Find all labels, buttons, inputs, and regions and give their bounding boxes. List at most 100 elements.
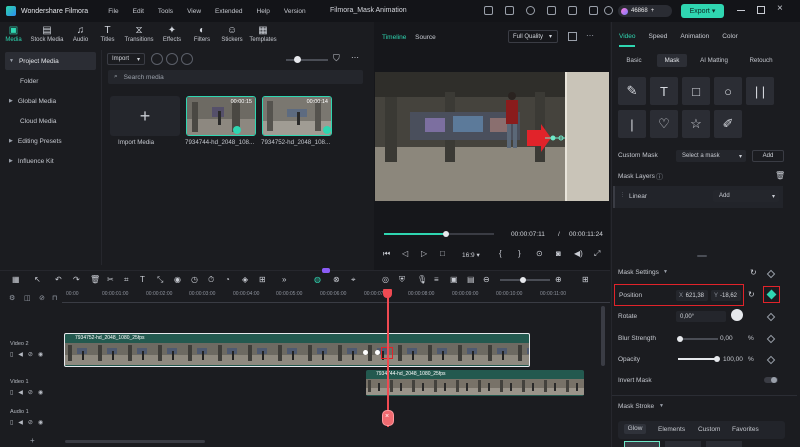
select-tool-icon[interactable]: ↖: [34, 275, 41, 284]
volume-icon[interactable]: ◀): [574, 249, 583, 258]
previous-frame-icon[interactable]: ⏮: [383, 249, 390, 259]
thumbnail-size-slider[interactable]: [286, 56, 328, 63]
crop-icon[interactable]: ⌗: [124, 275, 129, 285]
delete-icon[interactable]: 🗑: [90, 275, 100, 284]
progress-handle[interactable]: [443, 231, 449, 237]
sidebar-item-influence-kit[interactable]: ▶ Influence Kit: [5, 152, 96, 170]
keyframe-marker[interactable]: [363, 350, 368, 355]
bulb-icon[interactable]: [526, 6, 535, 15]
scroll-handle[interactable]: [697, 255, 707, 257]
headset-icon[interactable]: [547, 6, 556, 15]
mask-rectangle-icon[interactable]: □: [682, 77, 710, 105]
reset-icon[interactable]: ↻: [750, 268, 757, 277]
magnet-icon[interactable]: ⊓: [52, 294, 57, 302]
grid-view-icon[interactable]: ⊞: [582, 275, 589, 284]
tab-timeline[interactable]: Timeline: [382, 34, 406, 41]
quality-dropdown[interactable]: Full Quality ▾: [508, 30, 558, 43]
track-settings-icon[interactable]: ◫: [24, 294, 31, 302]
audio-detach-icon[interactable]: ◔: [225, 275, 230, 284]
marker-icon[interactable]: ◎: [382, 275, 389, 284]
mask-pen-icon[interactable]: ✎: [618, 77, 646, 105]
tab-effects[interactable]: ✦ Effects: [157, 22, 187, 50]
sync-icon[interactable]: [604, 6, 613, 15]
tab-titles[interactable]: T Titles: [94, 22, 121, 50]
overlay-icon[interactable]: ▣: [450, 275, 458, 284]
redo-icon[interactable]: ↷: [73, 275, 80, 284]
subtab-ai-matting[interactable]: AI Matting: [693, 54, 735, 67]
menu-edit[interactable]: Edit: [133, 8, 144, 15]
slider-handle[interactable]: [714, 355, 720, 362]
position-x-input[interactable]: X 621,38: [676, 290, 708, 301]
split-marker-icon[interactable]: ×: [382, 410, 394, 426]
menu-extended[interactable]: Extended: [215, 8, 242, 15]
shield-icon[interactable]: ⛨: [399, 275, 405, 285]
snapshot-icon[interactable]: [568, 32, 577, 41]
more-icon[interactable]: ⋯: [351, 53, 359, 62]
stroke-tab-elements[interactable]: Elements: [658, 426, 685, 433]
snap-icon[interactable]: ⌖: [351, 275, 356, 285]
screen-icon[interactable]: [505, 6, 514, 15]
tab-color[interactable]: Color: [722, 33, 738, 40]
caret-down-icon[interactable]: ▼: [659, 403, 664, 409]
video-clip[interactable]: 7934752-hd_2048_1080_25fps: [64, 333, 530, 367]
rotate-dial[interactable]: [731, 309, 743, 321]
menu-tools[interactable]: Tools: [158, 8, 173, 15]
media-search-input[interactable]: ⌕ Search media: [108, 70, 363, 84]
sidebar-item-folder[interactable]: Folder: [5, 72, 96, 90]
aspect-ratio-dropdown[interactable]: 16:9 ▾: [462, 251, 480, 259]
stroke-tab-custom[interactable]: Custom: [698, 426, 720, 433]
text-tool-icon[interactable]: T: [140, 275, 145, 284]
menu-help[interactable]: Help: [257, 8, 270, 15]
fullscreen-icon[interactable]: ⤢: [594, 249, 600, 259]
link-icon[interactable]: ⊗: [333, 275, 340, 284]
tab-video[interactable]: Video: [619, 33, 636, 40]
blur-slider[interactable]: [677, 335, 718, 342]
color-icon[interactable]: ◉: [174, 275, 181, 284]
step-back-icon[interactable]: ◁: [402, 249, 408, 258]
ai-icon[interactable]: [181, 53, 193, 65]
caret-down-icon[interactable]: ▼: [663, 269, 668, 275]
tab-animation[interactable]: Animation: [680, 33, 709, 40]
mark-in-icon[interactable]: {: [499, 249, 502, 258]
microphone-icon[interactable]: [166, 53, 178, 65]
track-controls[interactable]: ▯◀⊘◉: [10, 351, 48, 358]
sidebar-item-global-media[interactable]: ▶ Global Media: [5, 92, 96, 110]
more-tools-icon[interactable]: »: [282, 275, 286, 284]
equalizer-icon[interactable]: ≡: [434, 275, 439, 284]
export-button[interactable]: Export ▾: [681, 4, 724, 18]
minimize-icon[interactable]: [737, 10, 745, 11]
playhead-line[interactable]: [387, 290, 389, 427]
blur-value[interactable]: 0,00: [720, 335, 733, 342]
tab-speed[interactable]: Speed: [649, 33, 668, 40]
playback-progress[interactable]: [384, 231, 494, 237]
play-icon[interactable]: ▷: [421, 249, 427, 258]
timeline-ruler[interactable]: 00:00 00:00:01:00 00:00:02:00 00:00:03:0…: [62, 290, 610, 302]
add-track-icon[interactable]: ⚙: [9, 294, 15, 302]
undo-icon[interactable]: ↶: [55, 275, 62, 284]
add-mask-button[interactable]: Add: [752, 150, 784, 162]
sidebar-item-editing-presets[interactable]: ▶ Editing Presets: [5, 132, 96, 150]
opacity-slider[interactable]: [678, 355, 720, 362]
mask-brush-icon[interactable]: ✐: [714, 110, 742, 138]
layout-icon[interactable]: ▦: [12, 275, 20, 284]
vertical-scrollbar[interactable]: [601, 306, 605, 366]
stroke-preset[interactable]: [665, 441, 701, 447]
microphone-icon[interactable]: 🎙: [417, 275, 427, 284]
tab-stock-media[interactable]: ▤ Stock Media: [27, 22, 67, 50]
maximize-icon[interactable]: [757, 6, 765, 14]
subtab-basic[interactable]: Basic: [619, 54, 649, 67]
keyframe-marker[interactable]: [375, 350, 380, 355]
mask-double-line-icon[interactable]: | |: [746, 77, 774, 105]
mask-heart-icon[interactable]: ♡: [650, 110, 678, 138]
video-preview[interactable]: [375, 72, 609, 201]
import-media-tile[interactable]: +: [110, 96, 180, 136]
mask-text-icon[interactable]: T: [650, 77, 678, 105]
media-thumbnail[interactable]: 00:00:14: [262, 96, 332, 136]
reset-icon[interactable]: ↻: [748, 290, 755, 299]
ai-tool-icon[interactable]: ◍: [314, 275, 321, 284]
timer-icon[interactable]: ⏱: [208, 275, 214, 285]
stop-icon[interactable]: □: [440, 249, 445, 258]
import-dropdown[interactable]: Import ▾: [107, 53, 145, 65]
playhead-handle[interactable]: [383, 289, 392, 298]
zoom-in-icon[interactable]: ⊕: [555, 275, 562, 284]
